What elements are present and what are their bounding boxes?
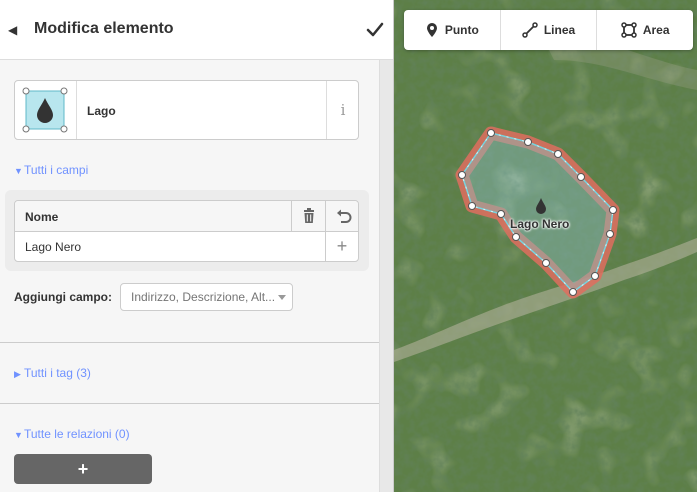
back-button[interactable]: ◀ bbox=[8, 21, 24, 39]
name-input[interactable] bbox=[15, 232, 325, 261]
chevron-down-icon bbox=[278, 295, 286, 300]
name-field: Nome + bbox=[14, 200, 359, 262]
add-field-input[interactable] bbox=[121, 284, 276, 310]
add-line-label: Linea bbox=[543, 23, 576, 37]
add-line-button[interactable]: Linea bbox=[499, 10, 597, 50]
trash-icon bbox=[304, 208, 314, 223]
triangle-right-icon: ▶ bbox=[14, 369, 21, 379]
add-point-button[interactable]: Punto bbox=[404, 10, 500, 50]
sidebar-header: ◀ Modifica elemento bbox=[0, 0, 393, 60]
delete-field-button[interactable] bbox=[291, 201, 325, 232]
triangle-down-icon: ▼ bbox=[14, 430, 23, 440]
preset-icon[interactable] bbox=[15, 81, 77, 139]
point-pin-icon bbox=[426, 23, 437, 37]
all-relations-label: Tutte le relazioni (0) bbox=[24, 427, 130, 441]
page-title: Modifica elemento bbox=[34, 20, 174, 37]
lake-area-feature[interactable] bbox=[394, 0, 697, 492]
all-fields-toggle[interactable]: ▼Tutti i campi bbox=[14, 163, 88, 177]
divider bbox=[0, 403, 379, 404]
line-icon bbox=[522, 22, 538, 38]
all-relations-toggle[interactable]: ▼Tutte le relazioni (0) bbox=[14, 427, 130, 441]
add-value-button[interactable]: + bbox=[325, 232, 358, 261]
add-area-button[interactable]: Area bbox=[596, 10, 693, 50]
field-label: Nome bbox=[25, 210, 59, 224]
undo-icon bbox=[337, 209, 352, 223]
add-field-label: Aggiungi campo: bbox=[14, 290, 112, 304]
add-area-label: Area bbox=[642, 23, 670, 37]
add-field-combo[interactable] bbox=[120, 283, 293, 311]
water-drop-icon bbox=[22, 87, 68, 133]
checkmark-icon[interactable] bbox=[362, 16, 388, 42]
map-feature-label: Lago Nero bbox=[510, 217, 570, 231]
inspector-sidebar: ◀ Modifica elemento Lago i ▼Tutti i camp… bbox=[0, 0, 394, 492]
divider bbox=[0, 342, 379, 343]
draw-mode-toolbar: Punto Linea Area bbox=[404, 10, 693, 50]
area-icon bbox=[621, 22, 637, 38]
map-canvas[interactable] bbox=[394, 0, 697, 492]
info-button[interactable]: i bbox=[326, 81, 359, 139]
all-tags-toggle[interactable]: ▶ Tutti i tag (3) bbox=[14, 366, 91, 380]
add-relation-button[interactable]: + bbox=[14, 454, 152, 484]
preset-name: Lago bbox=[87, 104, 116, 118]
preset-selector[interactable]: Lago i bbox=[14, 80, 359, 140]
all-fields-label: Tutti i campi bbox=[24, 163, 89, 177]
add-point-label: Punto bbox=[444, 23, 479, 37]
all-tags-label: Tutti i tag (3) bbox=[24, 366, 91, 380]
triangle-down-icon: ▼ bbox=[14, 166, 23, 176]
undo-field-button[interactable] bbox=[325, 201, 358, 232]
scrollbar[interactable] bbox=[379, 60, 393, 492]
field-label-bar: Nome bbox=[15, 201, 358, 232]
